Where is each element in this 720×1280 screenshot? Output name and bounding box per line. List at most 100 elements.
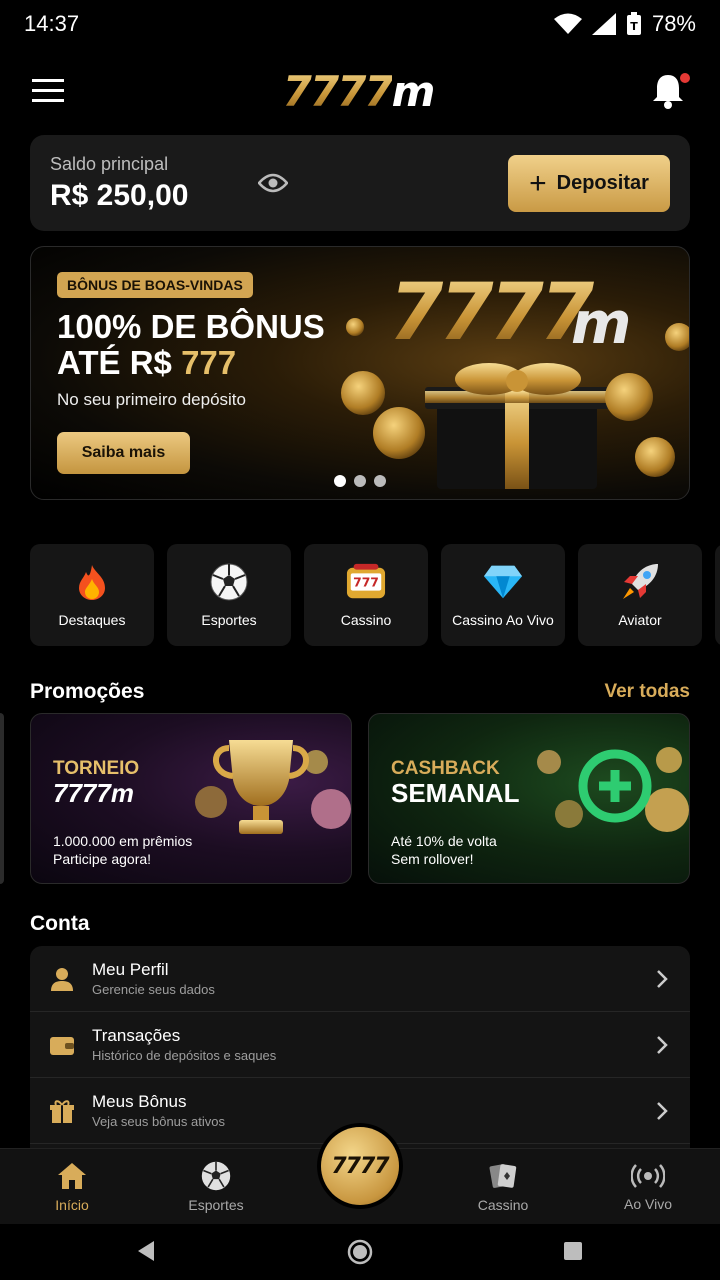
bonus-badge: BÔNUS DE BOAS-VINDAS [57, 272, 253, 298]
category-aviator[interactable]: Aviator [578, 544, 702, 646]
account-title: Conta [30, 912, 90, 935]
balance-value: R$ 250,00 [50, 178, 189, 212]
deposit-label: Depositar [556, 172, 649, 194]
banner-headline: 100% DE BÔNUS ATÉ R$ 777 [57, 309, 325, 381]
account-item-transactions[interactable]: Transações Histórico de depósitos e saqu… [30, 1012, 690, 1078]
nav-ao-vivo[interactable]: Ao Vivo [588, 1149, 708, 1225]
nav-label: Ao Vivo [624, 1196, 672, 1212]
status-icons: T 78% [553, 11, 696, 37]
rocket-icon [620, 562, 660, 602]
brand-logo[interactable]: 7777m [282, 66, 436, 116]
status-bar: 14:37 T 78% [0, 0, 720, 48]
signal-icon [591, 13, 616, 35]
balance-card: Saldo principal R$ 250,00 + Depositar [30, 135, 690, 231]
promo-card-cashback[interactable]: CASHBACK SEMANAL Até 10% de volta Sem ro… [368, 713, 690, 884]
deposit-button[interactable]: + Depositar [508, 155, 670, 212]
category-next-peek[interactable] [715, 544, 720, 646]
wifi-icon [553, 13, 582, 34]
promo-title-1: TORNEIO [53, 758, 140, 779]
svg-text:T: T [630, 20, 638, 33]
home-circle-icon[interactable] [347, 1239, 373, 1265]
account-item-desc: Histórico de depósitos e saques [92, 1048, 277, 1063]
promo-desc-1: 1.000.000 em prêmios [53, 833, 193, 849]
slot-machine-icon: 777 [346, 562, 386, 602]
category-label: Aviator [618, 612, 662, 628]
fire-icon [72, 562, 112, 602]
status-time: 14:37 [24, 11, 80, 36]
category-cassino[interactable]: 777 Cassino [304, 544, 428, 646]
gift-box-illustration: 7777 m [341, 268, 689, 489]
hamburger-icon[interactable] [30, 77, 66, 105]
nav-inicio[interactable]: Início [12, 1149, 132, 1225]
carousel-dots [334, 475, 386, 487]
category-label: Cassino Ao Vivo [452, 612, 554, 628]
promo-prev-peek [0, 713, 4, 884]
banner-line-1: 100% DE BÔNUS [57, 308, 325, 345]
nav-label: Cassino [477, 1197, 529, 1213]
logo-number: 7777 [282, 66, 394, 116]
chevron-right-icon [657, 969, 668, 988]
home-icon [58, 1163, 86, 1189]
balance-label: Saldo principal [50, 153, 169, 174]
center-logo-button[interactable]: 7777 [321, 1127, 399, 1205]
promo-desc-1: Até 10% de volta [391, 833, 497, 849]
nav-esportes[interactable]: Esportes [156, 1149, 276, 1225]
promo-card-torneio[interactable]: TORNEIO 7777m 1.000.000 em prêmios Parti… [30, 713, 352, 884]
soccer-ball-icon [209, 562, 249, 602]
banner-line-2-amount: 777 [181, 344, 237, 381]
account-item-title: Meu Perfil [92, 960, 169, 979]
account-item-title: Meus Bônus [92, 1092, 187, 1111]
battery-icon: T [626, 12, 641, 35]
nav-cassino[interactable]: Cassino [443, 1149, 563, 1225]
carousel-dot[interactable] [354, 475, 366, 487]
category-label: Destaques [58, 612, 126, 628]
notifications-button[interactable] [650, 71, 690, 111]
trophy-icon [195, 740, 351, 834]
banner-subtitle: No seu primeiro depósito [57, 390, 246, 409]
app-header: 7777m [0, 56, 720, 126]
promo-title-2: 7777m [53, 778, 134, 808]
banner-line-2-prefix: ATÉ R$ [57, 344, 182, 381]
back-icon[interactable] [136, 1240, 156, 1262]
carousel-dot[interactable] [374, 475, 386, 487]
eye-icon[interactable] [258, 173, 288, 193]
category-label: Esportes [201, 612, 257, 628]
account-item-desc: Gerencie seus dados [92, 982, 215, 997]
account-item-profile[interactable]: Meu Perfil Gerencie seus dados [30, 946, 690, 1012]
account-item-desc: Veja seus bônus ativos [92, 1114, 225, 1129]
banner-logo-number: 7777 [389, 268, 595, 358]
welcome-bonus-banner[interactable]: 7777 m BÔNUS DE BOAS-VINDAS 100% DE BÔNU… [30, 246, 690, 500]
plus-icon: + [529, 166, 547, 200]
category-cassino-ao-vivo[interactable]: Cassino Ao Vivo [441, 544, 565, 646]
category-label: Cassino [340, 612, 392, 628]
banner-logo-letter: m [571, 289, 631, 357]
cards-icon [489, 1164, 517, 1188]
live-icon [631, 1164, 665, 1188]
svg-text:777: 777 [353, 576, 379, 590]
nav-label: Início [55, 1197, 89, 1213]
promo-title-1: CASHBACK [391, 758, 500, 779]
category-esportes[interactable]: Esportes [167, 544, 291, 646]
gift-icon [50, 1099, 74, 1123]
logo-letter: m [391, 66, 436, 116]
account-item-title: Transações [92, 1026, 181, 1045]
promo-desc-2: Participe agora! [53, 851, 152, 867]
promo-desc-2: Sem rollover! [391, 851, 474, 867]
nav-label: Esportes [188, 1197, 244, 1213]
saiba-mais-button[interactable]: Saiba mais [57, 432, 190, 474]
user-icon [50, 967, 74, 991]
soccer-ball-icon [201, 1161, 231, 1191]
cashback-icon [537, 747, 689, 832]
promotions-title: Promoções [30, 680, 145, 703]
diamond-icon [483, 562, 523, 602]
recents-icon[interactable] [563, 1241, 583, 1261]
system-navigation [0, 1224, 720, 1280]
banner-line-2: ATÉ R$ 777 [57, 345, 325, 381]
promo-title-2: SEMANAL [391, 778, 520, 808]
carousel-dot[interactable] [334, 475, 346, 487]
category-row: Destaques Esportes 777 Cassino Cassino A… [30, 544, 720, 646]
category-destaques[interactable]: Destaques [30, 544, 154, 646]
see-all-link[interactable]: Ver todas [604, 681, 690, 703]
battery-percent: 78% [651, 11, 696, 36]
chevron-right-icon [657, 1035, 668, 1054]
